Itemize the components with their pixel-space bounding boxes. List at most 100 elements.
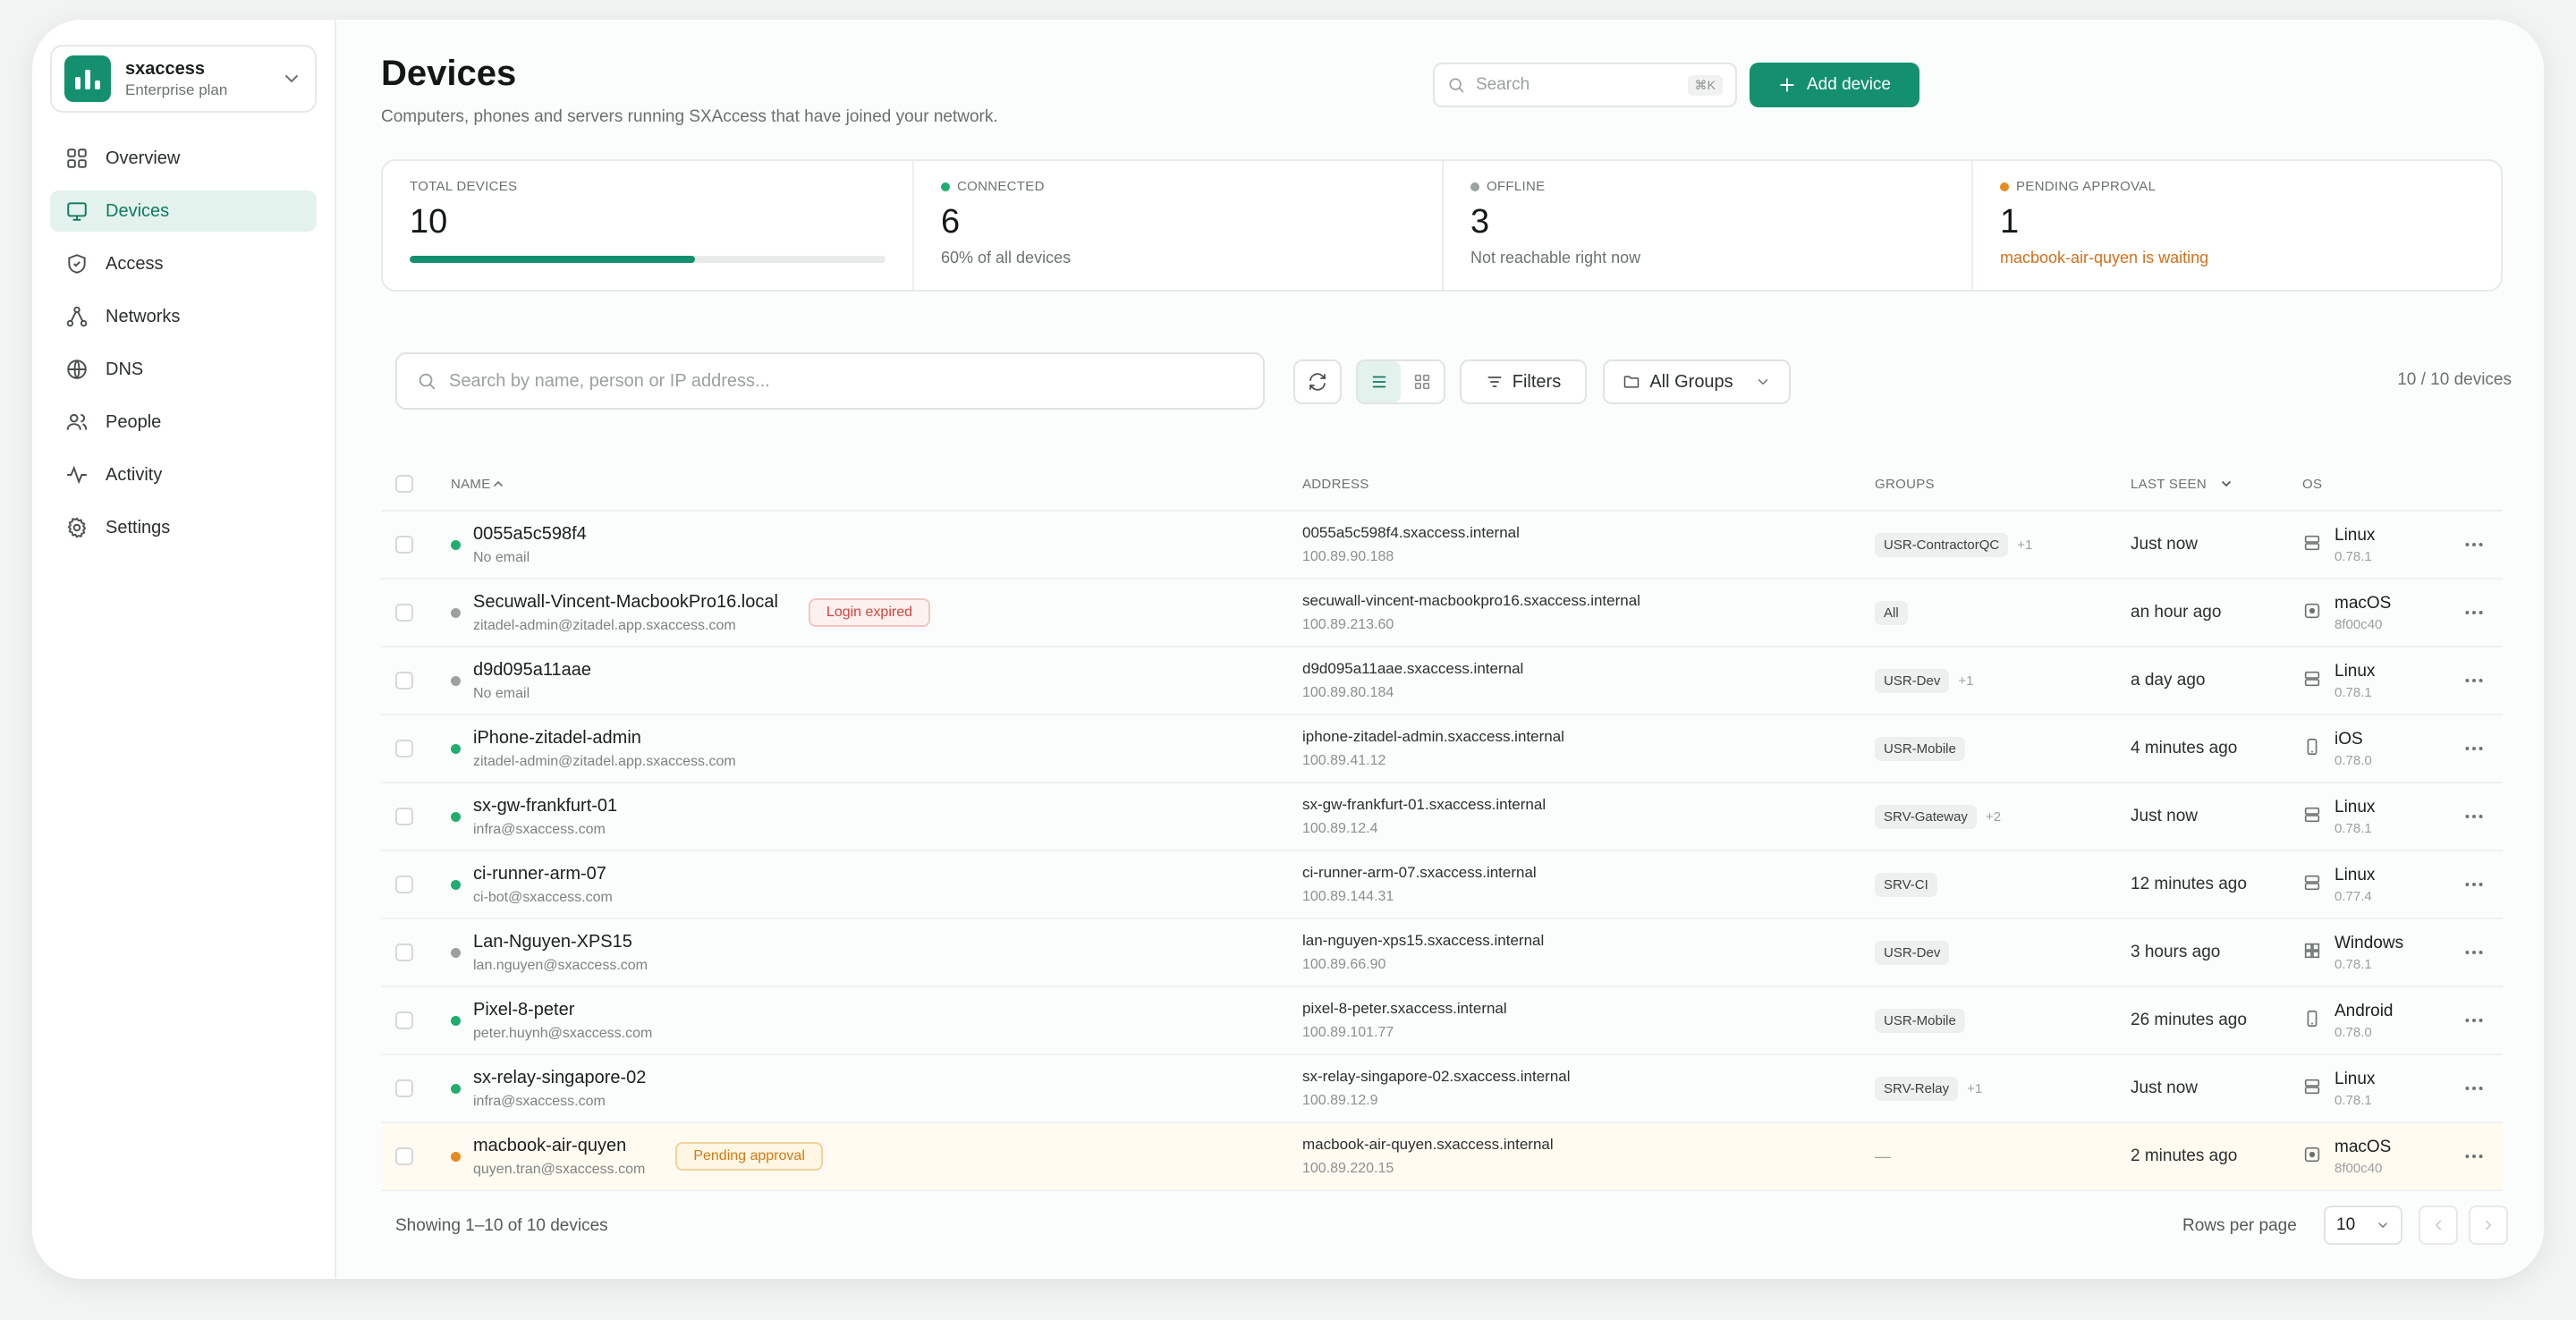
table-row[interactable]: ci-runner-arm-07 ci-bot@sxaccess.com ci-…: [381, 851, 2503, 919]
row-checkbox[interactable]: [395, 1147, 413, 1165]
table-row[interactable]: d9d095a11aae No email d9d095a11aae.sxacc…: [381, 647, 2503, 715]
row-actions-button[interactable]: [2445, 533, 2503, 556]
table-row[interactable]: Pixel-8-peter peter.huynh@sxaccess.com p…: [381, 987, 2503, 1055]
row-checkbox[interactable]: [395, 740, 413, 757]
search-icon: [1449, 78, 1464, 93]
row-checkbox[interactable]: [395, 943, 413, 961]
group-chip[interactable]: USR-Dev: [1875, 940, 1950, 965]
os-info: Linux 0.77.4: [2334, 866, 2375, 904]
group-chip[interactable]: SRV-Relay: [1875, 1076, 1959, 1101]
extra-groups-count[interactable]: +2: [1986, 809, 2001, 825]
extra-groups-count[interactable]: +1: [1967, 1081, 1982, 1096]
row-checkbox[interactable]: [395, 536, 413, 554]
device-name[interactable]: d9d095a11aae: [473, 660, 591, 681]
row-actions-button[interactable]: [2445, 1009, 2503, 1032]
rows-per-page-value: 10: [2336, 1215, 2356, 1234]
org-switcher[interactable]: sxaccess Enterprise plan: [50, 45, 317, 113]
sidebar-item-label: DNS: [106, 359, 144, 379]
sidebar-item-devices[interactable]: Devices: [50, 190, 317, 232]
row-actions-button[interactable]: [2445, 1077, 2503, 1100]
name-column-header[interactable]: NAME: [451, 477, 1302, 492]
table-row[interactable]: sx-gw-frankfurt-01 infra@sxaccess.com sx…: [381, 783, 2503, 851]
table-row[interactable]: iPhone-zitadel-admin zitadel-admin@zitad…: [381, 715, 2503, 783]
row-checkbox[interactable]: [395, 604, 413, 622]
sidebar-item-settings[interactable]: Settings: [50, 507, 317, 548]
row-actions-button[interactable]: [2445, 601, 2503, 624]
shortcut-hint: ⌘K: [1687, 74, 1723, 96]
table-row[interactable]: sx-relay-singapore-02 infra@sxaccess.com…: [381, 1055, 2503, 1123]
row-checkbox[interactable]: [395, 876, 413, 893]
sidebar-item-activity[interactable]: Activity: [50, 454, 317, 495]
row-actions-button[interactable]: [2445, 941, 2503, 964]
device-name[interactable]: Secuwall-Vincent-MacbookPro16.local: [473, 592, 778, 613]
row-checkbox[interactable]: [395, 1011, 413, 1029]
os-column-header[interactable]: OS: [2302, 477, 2445, 492]
sidebar-item-dns[interactable]: DNS: [50, 349, 317, 390]
sidebar-item-people[interactable]: People: [50, 402, 317, 443]
group-chip[interactable]: USR-Mobile: [1875, 1008, 1965, 1033]
add-device-button[interactable]: Add device: [1750, 63, 1919, 107]
next-page-button[interactable]: [2469, 1206, 2508, 1245]
address-cell: pixel-8-peter.sxaccess.internal 100.89.1…: [1302, 1000, 1875, 1041]
device-name[interactable]: iPhone-zitadel-admin: [473, 728, 736, 749]
row-actions-button[interactable]: [2445, 805, 2503, 828]
rows-per-page-select[interactable]: 10: [2324, 1206, 2402, 1245]
row-checkbox[interactable]: [395, 808, 413, 825]
table-row[interactable]: 0055a5c598f4 No email 0055a5c598f4.sxacc…: [381, 512, 2503, 580]
device-owner: quyen.tran@sxaccess.com: [473, 1161, 646, 1177]
table-row[interactable]: Lan-Nguyen-XPS15 lan.nguyen@sxaccess.com…: [381, 919, 2503, 987]
group-chip[interactable]: SRV-CI: [1875, 872, 1937, 897]
row-actions-button[interactable]: [2445, 1145, 2503, 1168]
device-name[interactable]: macbook-air-quyen: [473, 1136, 645, 1156]
group-chip[interactable]: USR-Mobile: [1875, 736, 1965, 761]
device-name-cell: iPhone-zitadel-admin zitadel-admin@zitad…: [451, 728, 1302, 770]
device-search-input[interactable]: Search by name, person or IP address...: [395, 352, 1265, 410]
device-name[interactable]: ci-runner-arm-07: [473, 864, 613, 884]
device-name[interactable]: Pixel-8-peter: [473, 1000, 652, 1020]
sidebar-item-access[interactable]: Access: [50, 243, 317, 284]
last-seen: a day ago: [2131, 671, 2206, 690]
refresh-button[interactable]: [1293, 360, 1342, 404]
extra-groups-count[interactable]: +1: [1958, 673, 1973, 689]
list-view-button[interactable]: [1358, 361, 1401, 402]
device-name[interactable]: 0055a5c598f4: [473, 524, 587, 545]
group-chip[interactable]: SRV-Gateway: [1875, 804, 1977, 829]
groups-select[interactable]: All Groups: [1603, 360, 1791, 404]
select-all-checkbox[interactable]: [395, 475, 413, 493]
row-checkbox[interactable]: [395, 672, 413, 690]
device-name-block: Secuwall-Vincent-MacbookPro16.local zita…: [473, 592, 778, 634]
sidebar-item-networks[interactable]: Networks: [50, 296, 317, 337]
pending-note-link[interactable]: macbook-air-quyen is waiting: [2000, 249, 2474, 267]
device-name-block: iPhone-zitadel-admin zitadel-admin@zitad…: [473, 728, 736, 770]
device-hostname: ci-runner-arm-07.sxaccess.internal: [1302, 864, 1537, 881]
sidebar-item-overview[interactable]: Overview: [50, 138, 317, 179]
address-column-header[interactable]: ADDRESS: [1302, 477, 1875, 492]
prev-page-button[interactable]: [2419, 1206, 2458, 1245]
sidebar-item-label: Devices: [106, 200, 170, 221]
table-row[interactable]: macbook-air-quyen quyen.tran@sxaccess.co…: [381, 1123, 2503, 1191]
device-hostname: 0055a5c598f4.sxaccess.internal: [1302, 524, 1520, 541]
filters-button[interactable]: Filters: [1460, 360, 1587, 404]
table-row[interactable]: Secuwall-Vincent-MacbookPro16.local zita…: [381, 580, 2503, 647]
row-actions-button[interactable]: [2445, 669, 2503, 692]
grid-view-button[interactable]: [1401, 361, 1444, 402]
row-check-cell: [381, 1079, 451, 1097]
groups-column-header[interactable]: GROUPS: [1875, 477, 2131, 492]
device-name-cell: 0055a5c598f4 No email: [451, 524, 1302, 566]
extra-groups-count[interactable]: +1: [2017, 537, 2032, 553]
group-chip[interactable]: All: [1875, 600, 1908, 625]
device-name[interactable]: sx-gw-frankfurt-01: [473, 796, 617, 817]
address-cell: 0055a5c598f4.sxaccess.internal 100.89.90…: [1302, 524, 1875, 565]
row-checkbox[interactable]: [395, 1079, 413, 1097]
device-name[interactable]: Lan-Nguyen-XPS15: [473, 932, 648, 952]
group-chip[interactable]: USR-ContractorQC: [1875, 532, 2009, 557]
last-seen-column-header[interactable]: LAST SEEN: [2131, 477, 2302, 492]
stat-value: 6: [941, 203, 961, 241]
row-actions-button[interactable]: [2445, 737, 2503, 760]
stat-label: CONNECTED: [957, 179, 1045, 194]
device-name[interactable]: sx-relay-singapore-02: [473, 1068, 646, 1088]
stat-pending: PENDING APPROVAL 1 macbook-air-quyen is …: [1973, 161, 2501, 290]
row-actions-button[interactable]: [2445, 873, 2503, 896]
group-chip[interactable]: USR-Dev: [1875, 668, 1950, 693]
global-search[interactable]: Search ⌘K: [1433, 63, 1737, 107]
